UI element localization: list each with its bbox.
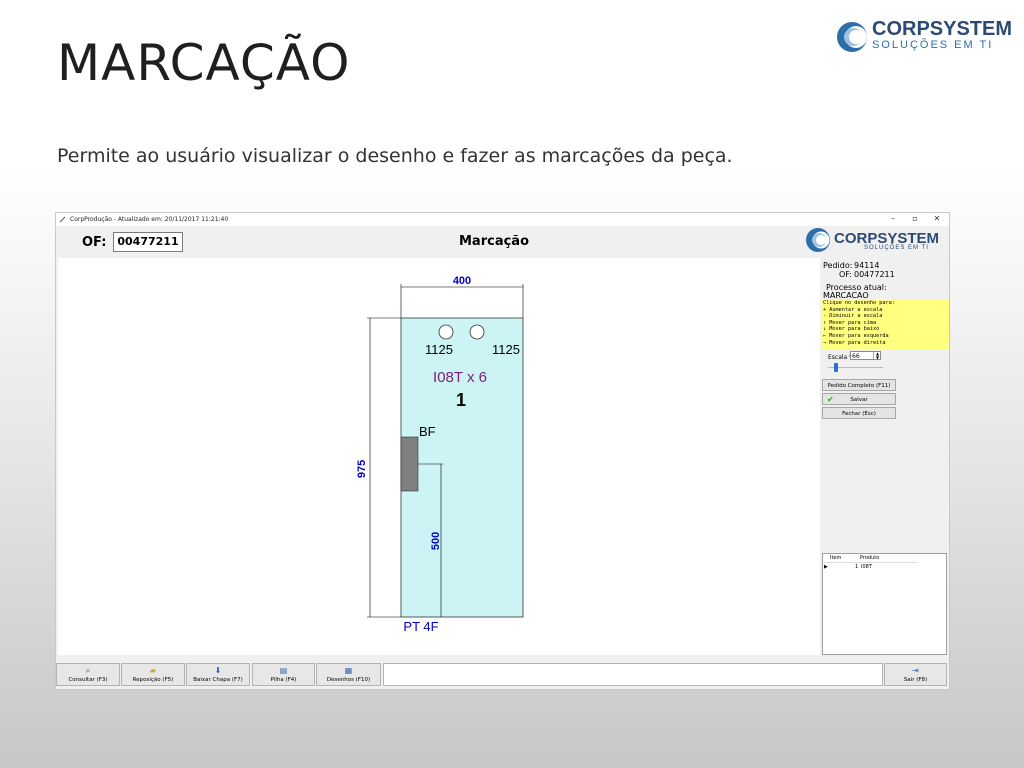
salvar-label: Salvar [850,397,868,403]
help-box: Clique no desenho para: + Aumentar a esc… [822,300,949,349]
hole-1 [438,324,454,340]
table-row[interactable]: ▶ 1 I08T [823,563,918,571]
brand-tagline: SOLUÇÕES EM TI [872,39,994,51]
row-selector-icon: ▶ [824,564,828,570]
window-titlebar: CorpProdução - Atualizado em: 20/11/2017… [56,213,949,226]
baixar-chapa-label: Baixar Chapa (F7) [193,677,243,683]
bottom-toolbar: ⌕ Consultar (F3) ▰ Reposição (F5) ⬇ Baix… [56,662,949,688]
form-header: OF: 00477211 Marcação CORPSYSTEM SOLUÇÕE… [56,226,949,256]
pedido-completo-button[interactable]: Pedido Completo (F11) [822,379,896,391]
baixar-chapa-button[interactable]: ⬇ Baixar Chapa (F7) [186,663,250,686]
desenhos-button[interactable]: ▦ Desenhos (F10) [316,663,381,686]
pedido-value: 94114 [854,261,880,270]
row-item: 1 [855,564,859,570]
footer-label: PT 4F [403,619,438,634]
grid-header: Item Produto [823,554,918,563]
items-grid[interactable]: Item Produto ▶ 1 I08T [822,553,947,655]
brand-logo: CORPSYSTEM SOLUÇÕES EM TI [836,18,1016,58]
reposicao-button[interactable]: ▰ Reposição (F5) [121,663,185,686]
slide-subtitle: Permite ao usuário visualizar o desenho … [57,145,733,167]
consultar-label: Consultar (F3) [68,677,108,683]
scale-slider[interactable] [828,363,883,372]
brand-mark-icon [837,22,867,52]
fechar-button[interactable]: Fechar (Esc) [822,407,896,419]
brand-name: CORPSYSTEM [872,18,1013,40]
form-title: Marcação [459,234,530,249]
side-of-label: OF: [839,270,852,279]
offset-dimension-label: 500 [430,532,442,550]
processo-value: MARCACAO [823,291,869,300]
grid-header-item: Item [830,555,842,561]
folder-icon: ▰ [149,666,157,675]
grid-header-produto: Produto [860,555,880,561]
drawing-svg[interactable]: 400 975 500 1125 1125 I08T x 6 1 BF PT 4… [58,258,820,655]
sair-button[interactable]: ⇥ Sair (F8) [884,663,947,686]
side-of-value: 00477211 [854,270,895,279]
maximize-button[interactable]: ▫ [908,214,922,223]
help-line: ↓ Mover para baixo [823,326,880,333]
bf-label: BF [419,424,436,439]
check-icon: ✔ [827,395,834,404]
hole-label-2: 1125 [492,342,520,357]
hole-label-1: 1125 [425,342,453,357]
help-line: ← Mover para esquerda [823,332,889,339]
sair-label: Sair (F8) [903,677,928,683]
download-icon: ⬇ [214,666,222,675]
desenhos-label: Desenhos (F10) [326,677,371,683]
side-panel: Pedido: 94114 OF: 00477211 Processo atua… [822,258,949,655]
hole-2 [469,324,485,340]
pilha-button[interactable]: ▤ Pilha (F4) [252,663,315,686]
header-logo: CORPSYSTEM SOLUÇÕES EM TI [806,226,946,256]
row-produto: I08T [861,564,872,570]
slider-thumb[interactable] [834,363,838,372]
scale-spinner[interactable]: ▲ ▼ [873,352,881,359]
part-code-label: I08T x 6 [433,369,487,386]
pilha-label: Pilha (F4) [270,677,297,683]
stack-icon: ▤ [279,666,288,675]
part-number-label: 1 [456,390,466,410]
part-panel [400,317,524,618]
app-window: CorpProdução - Atualizado em: 20/11/2017… [55,212,950,690]
height-dimension-label: 975 [356,460,368,478]
minimize-button[interactable]: – [886,214,900,223]
toolbar-spacer [383,663,883,686]
reposicao-label: Reposição (F5) [132,677,174,683]
of-label: OF: [82,235,107,250]
header-logo-icon [806,228,830,252]
exit-icon: ⇥ [912,666,919,675]
of-field[interactable]: 00477211 [113,232,183,252]
width-dimension-label: 400 [453,275,471,287]
help-line: ↑ Mover para cima [823,319,877,326]
help-line: → Mover para direita [823,339,886,346]
salvar-button[interactable]: ✔ Salvar [822,393,896,405]
pedido-label: Pedido: [823,261,853,270]
help-line: - Diminuir a escala [823,313,883,320]
close-button[interactable]: ✕ [930,214,944,223]
drawing-canvas[interactable]: 400 975 500 1125 1125 I08T x 6 1 BF PT 4… [58,258,820,655]
help-line: Clique no desenho para: [823,300,895,306]
app-icon [59,216,66,223]
slide-title: MARCAÇÃO [57,34,351,92]
drawings-icon: ▦ [344,666,353,675]
consultar-button[interactable]: ⌕ Consultar (F3) [56,663,120,686]
search-icon: ⌕ [85,666,91,675]
bf-marker [400,436,419,492]
header-logo-tagline: SOLUÇÕES EM TI [864,245,929,251]
help-line: + Aumentar a escala [823,306,883,313]
window-title: CorpProdução - Atualizado em: 20/11/2017… [70,216,229,223]
